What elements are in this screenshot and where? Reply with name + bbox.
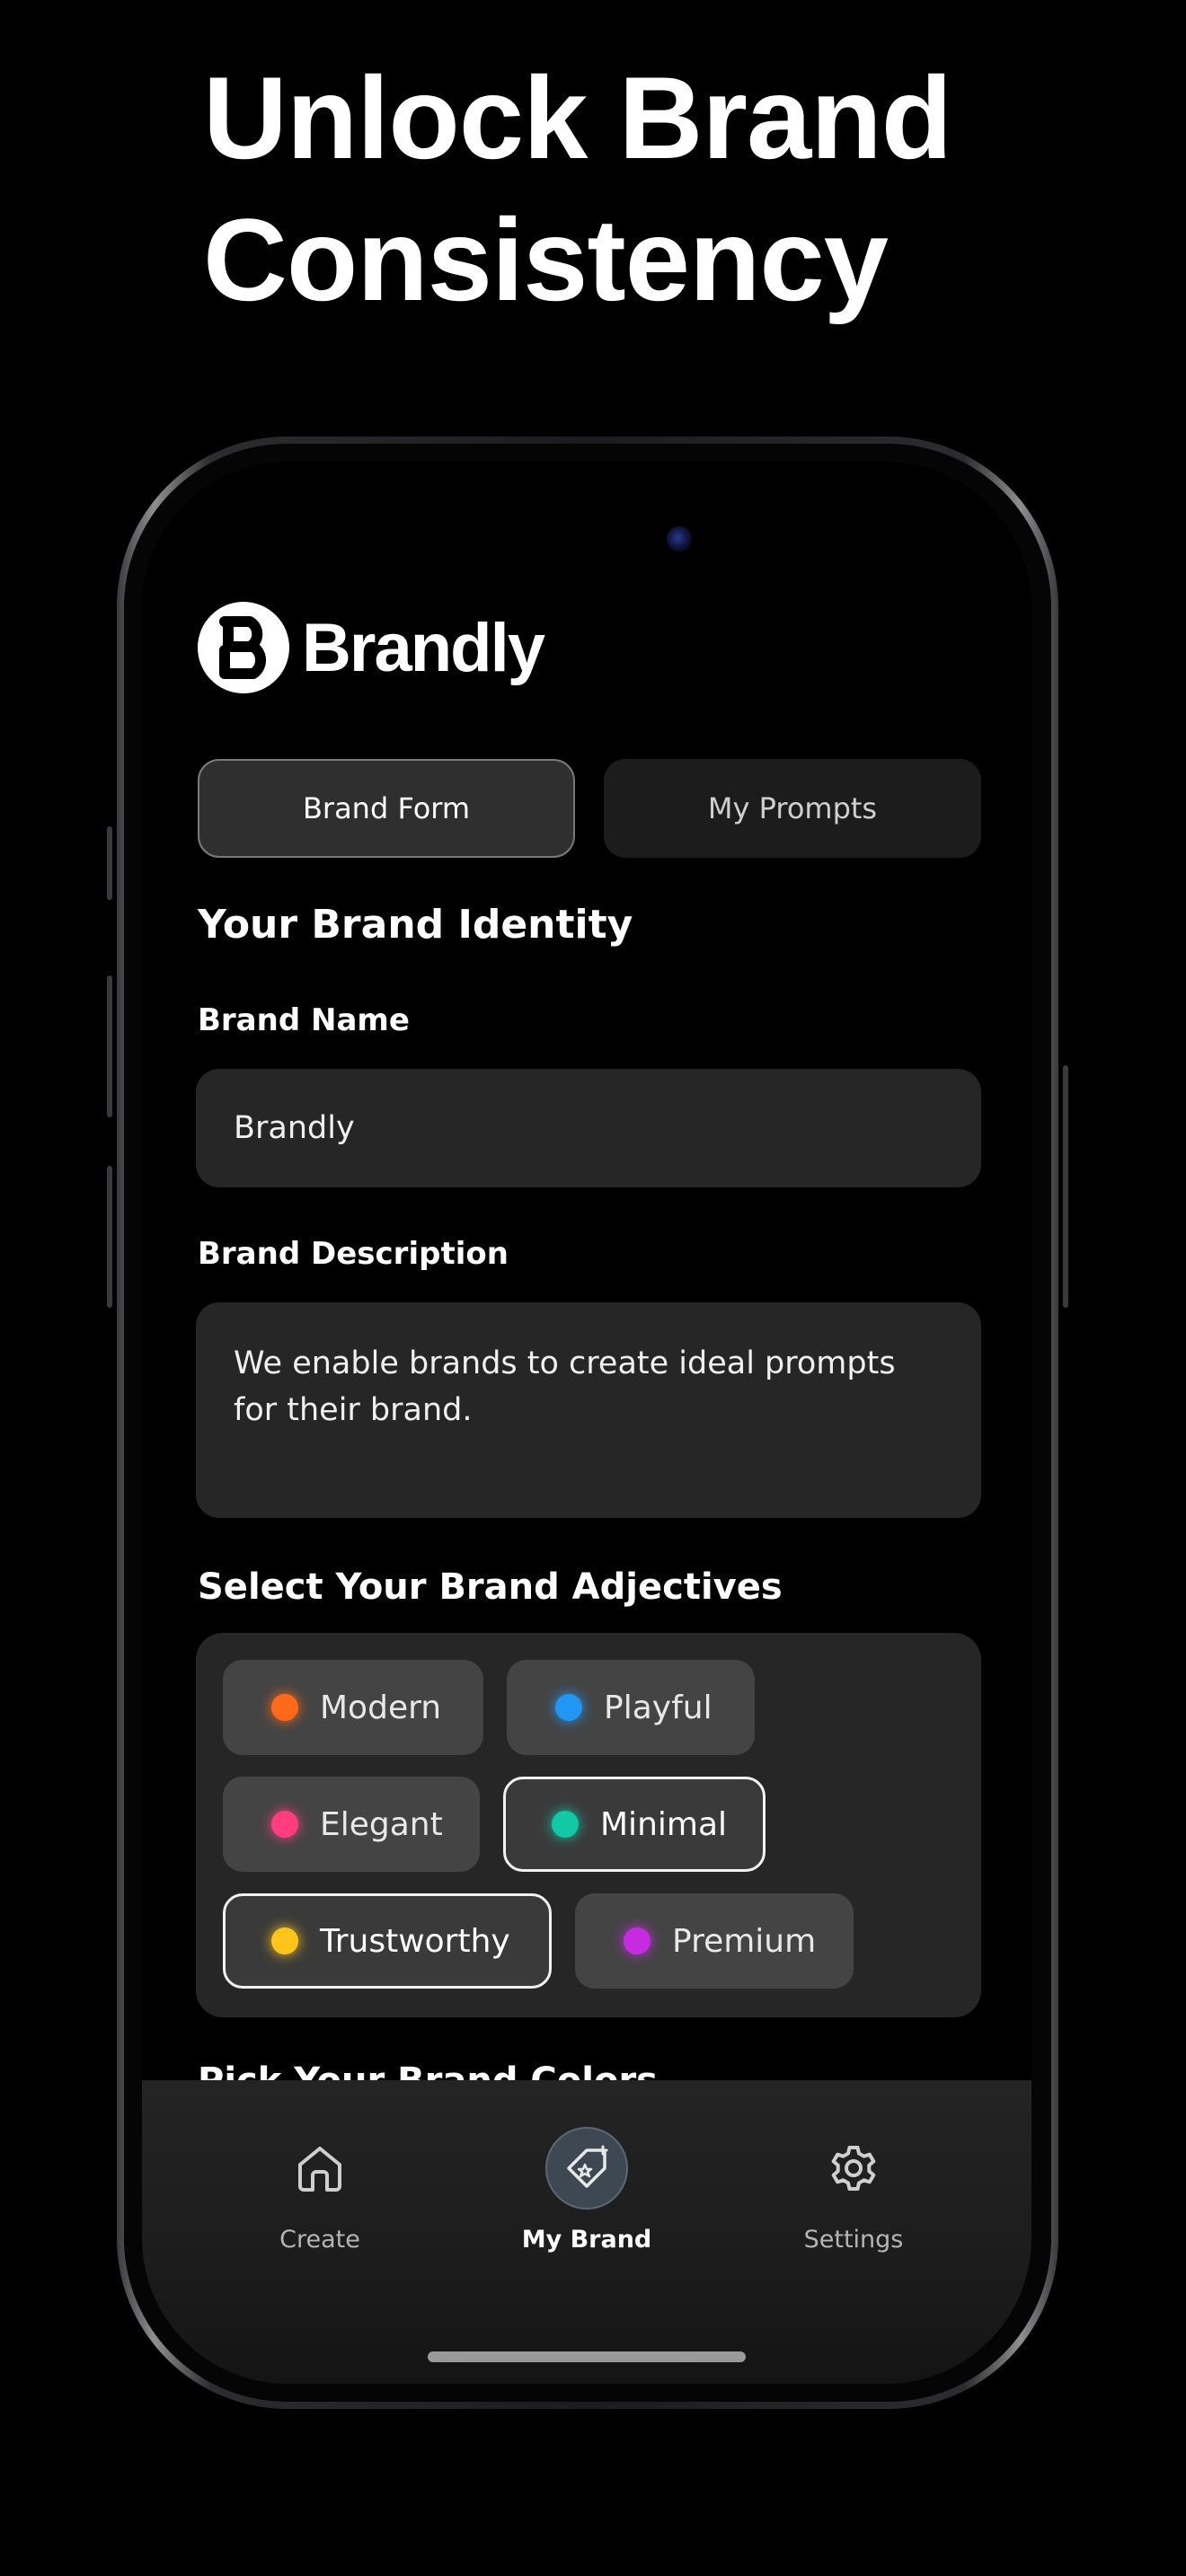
logo-text: Brandly [302,609,545,686]
phone-action-button [107,826,112,900]
phone-volume-up-button [107,975,112,1117]
brandly-logo-icon [198,602,289,693]
tab-brand-form[interactable]: Brand Form [198,759,575,858]
brand-name-value: Brandly [234,1110,355,1146]
color-dot [552,1811,579,1838]
chip-label: Elegant [320,1805,443,1843]
chip-label: Minimal [600,1805,728,1843]
tag-sparkle-icon [545,2127,628,2210]
gear-icon [812,2127,895,2210]
tabbar-item-create[interactable]: Create [230,2127,410,2254]
headline-line-1: Unlock Brand [203,52,952,183]
phone-volume-down-button [107,1166,112,1308]
adjective-chip-minimal[interactable]: Minimal [503,1777,766,1872]
adjectives-panel: Modern Playful Elegant Minimal Trustwort… [196,1633,981,2017]
front-camera [667,526,692,551]
adjective-chip-playful[interactable]: Playful [507,1660,755,1755]
tabbar-label: Settings [803,2226,904,2254]
adjectives-title: Select Your Brand Adjectives [198,1566,783,1608]
headline-line-2: Consistency [203,194,889,325]
app-logo: Brandly [198,602,545,693]
adjective-chip-premium[interactable]: Premium [575,1893,854,1989]
home-indicator[interactable] [428,2351,746,2362]
color-dot [624,1928,651,1954]
home-icon [279,2127,361,2210]
tabbar-label: My Brand [521,2226,652,2254]
color-dot [271,1694,298,1721]
phone-screen: Brandly Brand Form My Prompts Your Brand… [142,462,1031,2384]
bottom-tab-bar: Create My Brand Settings [142,2080,1031,2384]
brand-description-textarea[interactable]: We enable brands to create ideal prompts… [196,1302,981,1518]
adjective-chip-elegant[interactable]: Elegant [223,1777,480,1872]
tabbar-item-my-brand[interactable]: My Brand [497,2127,677,2254]
tabbar-item-settings[interactable]: Settings [764,2127,943,2254]
color-dot [555,1694,582,1721]
brand-name-input[interactable]: Brandly [196,1069,981,1187]
brand-name-label: Brand Name [198,1002,410,1038]
color-dot [271,1928,298,1954]
chip-label: Trustworthy [320,1922,510,1960]
logo-b-glyph [219,616,266,679]
brand-description-value: We enable brands to create ideal prompts… [234,1345,896,1428]
segmented-tabs: Brand Form My Prompts [198,759,981,860]
tab-label: My Prompts [707,791,878,825]
phone-power-button [1063,1065,1068,1308]
brand-description-label: Brand Description [198,1236,509,1272]
color-dot [271,1811,298,1838]
marketing-headline: Unlock Brand Consistency [203,47,1102,331]
adjective-chip-trustworthy[interactable]: Trustworthy [223,1893,552,1989]
chip-label: Premium [672,1922,817,1960]
chip-label: Playful [604,1689,712,1726]
adjective-chip-modern[interactable]: Modern [223,1660,483,1755]
section-title: Your Brand Identity [198,902,633,948]
tab-label: Brand Form [302,791,471,825]
tabbar-label: Create [279,2226,360,2254]
tab-my-prompts[interactable]: My Prompts [604,759,981,858]
chip-label: Modern [320,1689,442,1726]
